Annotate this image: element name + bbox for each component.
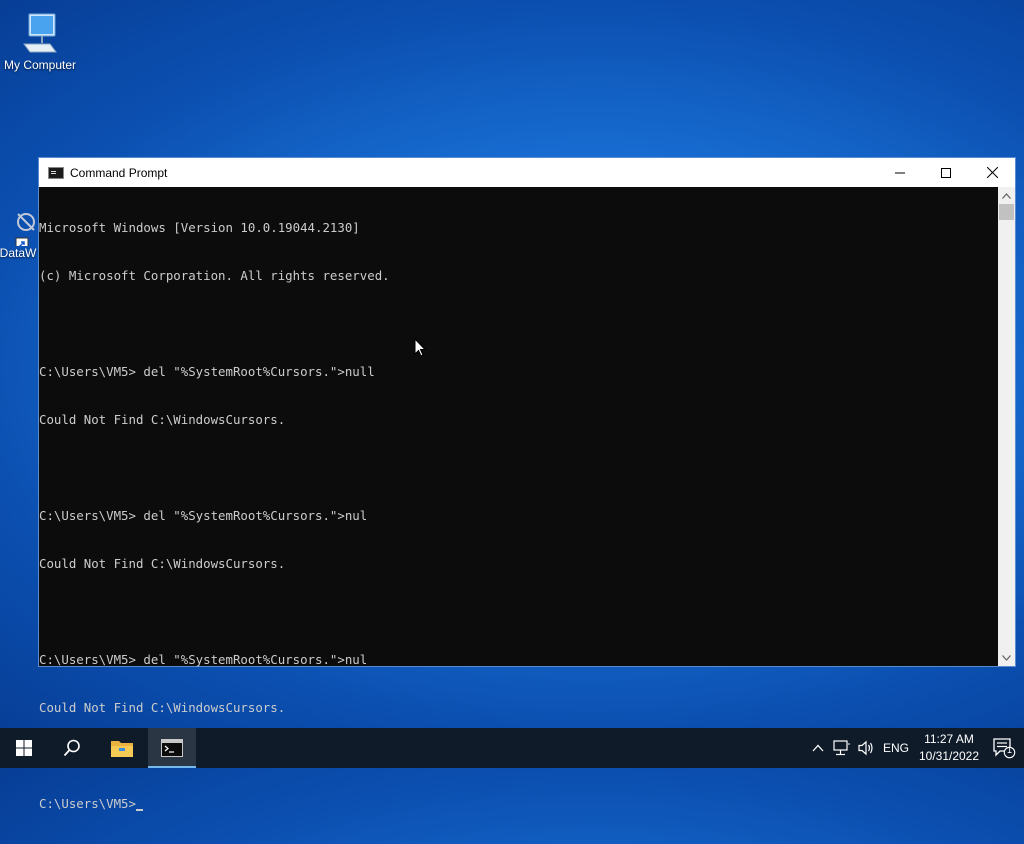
desktop-icon-dataw[interactable]: DataW — [0, 210, 40, 260]
command-prompt-taskbar-button[interactable] — [148, 728, 196, 768]
search-button[interactable] — [48, 728, 96, 768]
window-titlebar[interactable]: Command Prompt — [39, 158, 1015, 187]
console-output[interactable]: Microsoft Windows [Version 10.0.19044.21… — [39, 187, 999, 811]
desktop-icon-label: DataW — [0, 246, 37, 260]
console-line: Microsoft Windows [Version 10.0.19044.21… — [39, 220, 360, 235]
chevron-up-icon — [812, 744, 824, 752]
console-line: Could Not Find C:\WindowsCursors. — [39, 556, 286, 571]
clock[interactable]: 11:27 AM 10/31/2022 — [914, 728, 984, 768]
computer-icon — [23, 13, 57, 53]
taskbar: ENG 11:27 AM 10/31/2022 1 — [0, 728, 1024, 768]
file-explorer-icon — [111, 741, 133, 757]
clock-date: 10/31/2022 — [918, 749, 980, 763]
command-prompt-icon — [48, 166, 64, 179]
text-cursor — [135, 809, 143, 811]
notification-icon — [993, 738, 1016, 759]
volume-button[interactable] — [854, 728, 878, 768]
console-line: Could Not Find C:\WindowsCursors. — [39, 412, 286, 427]
desktop-icon-label: My Computer — [3, 58, 77, 72]
console-prompt: C:\Users\VM5> — [39, 796, 136, 811]
chevron-down-icon — [1002, 654, 1011, 661]
mouse-pointer-icon — [414, 338, 426, 357]
maximize-icon — [941, 167, 951, 178]
console-line: Could Not Find C:\WindowsCursors. — [39, 700, 286, 715]
console-line: (c) Microsoft Corporation. All rights re… — [39, 268, 390, 283]
network-icon — [833, 740, 850, 756]
speaker-icon — [858, 740, 873, 756]
chevron-up-icon — [1002, 192, 1011, 199]
command-prompt-window[interactable]: Command Prompt Microsoft Windows [Versio… — [38, 157, 1016, 811]
file-explorer-taskbar-button[interactable] — [98, 728, 146, 768]
close-icon — [986, 167, 998, 178]
shortcut-icon — [15, 213, 35, 246]
scroll-down-button[interactable] — [998, 649, 1015, 666]
console-prompt-line[interactable]: C:\Users\VM5> — [39, 796, 999, 812]
scroll-up-button[interactable] — [998, 187, 1015, 204]
clock-time: 11:27 AM — [924, 732, 974, 746]
desktop-icon-my-computer[interactable]: My Computer — [0, 8, 80, 72]
start-button[interactable] — [0, 728, 48, 768]
windows-start-icon — [16, 740, 32, 756]
notification-count-badge: 1 — [1007, 745, 1013, 755]
close-button[interactable] — [969, 158, 1015, 187]
minimize-button[interactable] — [877, 158, 923, 187]
show-hidden-icons-button[interactable] — [806, 728, 830, 768]
console-line: C:\Users\VM5> del "%SystemRoot%Cursors."… — [39, 364, 375, 379]
window-title: Command Prompt — [70, 165, 168, 180]
maximize-button[interactable] — [923, 158, 969, 187]
scrollbar-thumb[interactable] — [999, 204, 1014, 220]
vertical-scrollbar[interactable] — [998, 187, 1015, 666]
minimize-icon — [895, 172, 905, 173]
search-icon — [63, 739, 80, 757]
command-prompt-icon — [161, 739, 183, 757]
system-tray: ENG 11:27 AM 10/31/2022 1 — [806, 728, 1024, 768]
console-line: C:\Users\VM5> del "%SystemRoot%Cursors."… — [39, 508, 368, 523]
network-button[interactable] — [830, 728, 854, 768]
console-line: C:\Users\VM5> del "%SystemRoot%Cursors."… — [39, 652, 368, 667]
action-center-button[interactable]: 1 — [984, 728, 1024, 768]
input-language-button[interactable]: ENG — [878, 728, 914, 768]
